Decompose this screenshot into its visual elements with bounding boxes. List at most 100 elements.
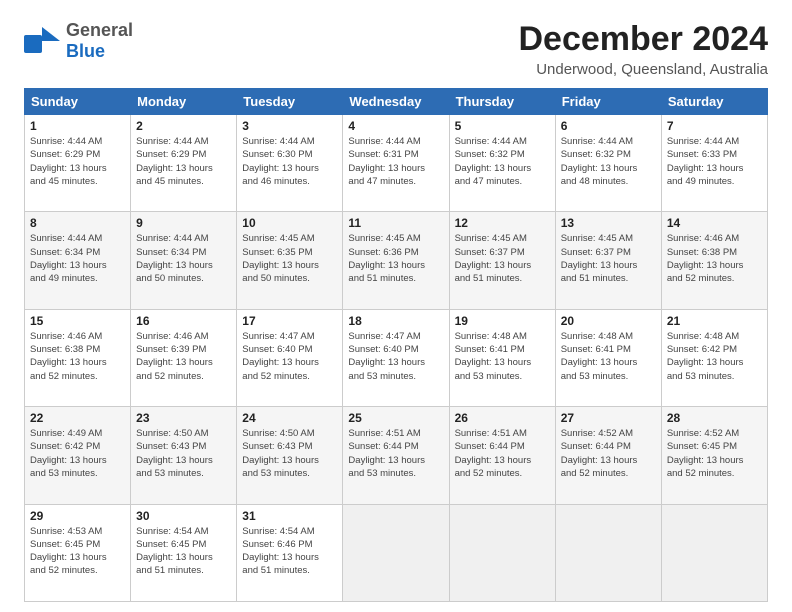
calendar-cell: 4Sunrise: 4:44 AM Sunset: 6:31 PM Daylig… <box>343 115 449 212</box>
calendar-cell: 26 Sunrise: 4:51 AM Sunset: 6:44 PM Dayli… <box>449 407 555 504</box>
day-number: 25 <box>348 411 443 425</box>
logo: General Blue <box>24 20 133 62</box>
day-number: 13 <box>561 216 656 230</box>
day-number: 15 <box>30 314 125 328</box>
day-number: 9 <box>136 216 231 230</box>
day-number: 2 <box>136 119 231 133</box>
day-number: 18 <box>348 314 443 328</box>
logo-general-text: General <box>66 20 133 40</box>
calendar-cell: 15 Sunrise: 4:46 AM Sunset: 6:38 PM Dayli… <box>25 309 131 406</box>
cell-info: Sunrise: 4:45 AM Sunset: 6:35 PM Dayligh… <box>242 232 337 285</box>
title-block: December 2024 Underwood, Queensland, Aus… <box>518 20 768 78</box>
day-number: 6 <box>561 119 656 133</box>
cell-info: Sunrise: 4:44 AM Sunset: 6:31 PM Dayligh… <box>348 135 443 188</box>
cell-info: Sunrise: 4:48 AM Sunset: 6:41 PM Dayligh… <box>561 330 656 383</box>
calendar-cell: 13 Sunrise: 4:45 AM Sunset: 6:37 PM Dayli… <box>555 212 661 309</box>
day-number: 10 <box>242 216 337 230</box>
calendar-cell: 25 Sunrise: 4:51 AM Sunset: 6:44 PM Dayli… <box>343 407 449 504</box>
calendar-cell: 18 Sunrise: 4:47 AM Sunset: 6:40 PM Dayli… <box>343 309 449 406</box>
logo-icon <box>24 27 60 55</box>
day-number: 27 <box>561 411 656 425</box>
day-number: 8 <box>30 216 125 230</box>
calendar-cell: 8 Sunrise: 4:44 AM Sunset: 6:34 PM Daylig… <box>25 212 131 309</box>
cell-info: Sunrise: 4:47 AM Sunset: 6:40 PM Dayligh… <box>348 330 443 383</box>
month-title: December 2024 <box>518 20 768 59</box>
calendar-cell: 9 Sunrise: 4:44 AM Sunset: 6:34 PM Daylig… <box>131 212 237 309</box>
weekday-header-wednesday: Wednesday <box>343 89 449 115</box>
calendar-cell: 29Sunrise: 4:53 AM Sunset: 6:45 PM Dayli… <box>25 504 131 601</box>
calendar-cell: 14Sunrise: 4:46 AM Sunset: 6:38 PM Dayli… <box>661 212 767 309</box>
cell-info: Sunrise: 4:49 AM Sunset: 6:42 PM Dayligh… <box>30 427 125 480</box>
day-number: 3 <box>242 119 337 133</box>
calendar-cell: 12 Sunrise: 4:45 AM Sunset: 6:37 PM Dayli… <box>449 212 555 309</box>
weekday-header-tuesday: Tuesday <box>237 89 343 115</box>
calendar-cell: 7 Sunrise: 4:44 AM Sunset: 6:33 PM Daylig… <box>661 115 767 212</box>
cell-info: Sunrise: 4:44 AM Sunset: 6:29 PM Dayligh… <box>30 135 125 188</box>
weekday-header-friday: Friday <box>555 89 661 115</box>
day-number: 28 <box>667 411 762 425</box>
weekday-header-saturday: Saturday <box>661 89 767 115</box>
calendar-cell: 20 Sunrise: 4:48 AM Sunset: 6:41 PM Dayli… <box>555 309 661 406</box>
header: General Blue December 2024 Underwood, Qu… <box>24 20 768 78</box>
cell-info: Sunrise: 4:46 AM Sunset: 6:38 PM Dayligh… <box>30 330 125 383</box>
day-number: 26 <box>455 411 550 425</box>
calendar-cell: 22 Sunrise: 4:49 AM Sunset: 6:42 PM Dayli… <box>25 407 131 504</box>
day-number: 31 <box>242 509 337 523</box>
calendar-cell: 27 Sunrise: 4:52 AM Sunset: 6:44 PM Dayli… <box>555 407 661 504</box>
day-number: 16 <box>136 314 231 328</box>
day-number: 7 <box>667 119 762 133</box>
calendar-cell: 16Sunrise: 4:46 AM Sunset: 6:39 PM Dayli… <box>131 309 237 406</box>
calendar-cell: 6 Sunrise: 4:44 AM Sunset: 6:32 PM Daylig… <box>555 115 661 212</box>
calendar-cell: 10 Sunrise: 4:45 AM Sunset: 6:35 PM Dayli… <box>237 212 343 309</box>
cell-info: Sunrise: 4:53 AM Sunset: 6:45 PM Dayligh… <box>30 525 125 578</box>
day-number: 24 <box>242 411 337 425</box>
cell-info: Sunrise: 4:44 AM Sunset: 6:34 PM Dayligh… <box>30 232 125 285</box>
cell-info: Sunrise: 4:48 AM Sunset: 6:42 PM Dayligh… <box>667 330 762 383</box>
day-number: 11 <box>348 216 443 230</box>
calendar-cell: 17 Sunrise: 4:47 AM Sunset: 6:40 PM Dayli… <box>237 309 343 406</box>
day-number: 5 <box>455 119 550 133</box>
cell-info: Sunrise: 4:44 AM Sunset: 6:32 PM Dayligh… <box>561 135 656 188</box>
calendar-cell: 28 Sunrise: 4:52 AM Sunset: 6:45 PM Dayli… <box>661 407 767 504</box>
cell-info: Sunrise: 4:52 AM Sunset: 6:45 PM Dayligh… <box>667 427 762 480</box>
cell-info: Sunrise: 4:50 AM Sunset: 6:43 PM Dayligh… <box>136 427 231 480</box>
cell-info: Sunrise: 4:51 AM Sunset: 6:44 PM Dayligh… <box>348 427 443 480</box>
calendar-cell <box>343 504 449 601</box>
calendar-cell: 3Sunrise: 4:44 AM Sunset: 6:30 PM Daylig… <box>237 115 343 212</box>
cell-info: Sunrise: 4:54 AM Sunset: 6:45 PM Dayligh… <box>136 525 231 578</box>
cell-info: Sunrise: 4:48 AM Sunset: 6:41 PM Dayligh… <box>455 330 550 383</box>
cell-info: Sunrise: 4:45 AM Sunset: 6:37 PM Dayligh… <box>455 232 550 285</box>
day-number: 20 <box>561 314 656 328</box>
calendar: SundayMondayTuesdayWednesdayThursdayFrid… <box>24 88 768 602</box>
weekday-header-monday: Monday <box>131 89 237 115</box>
cell-info: Sunrise: 4:44 AM Sunset: 6:34 PM Dayligh… <box>136 232 231 285</box>
day-number: 17 <box>242 314 337 328</box>
calendar-cell: 19 Sunrise: 4:48 AM Sunset: 6:41 PM Dayli… <box>449 309 555 406</box>
calendar-cell: 23 Sunrise: 4:50 AM Sunset: 6:43 PM Dayli… <box>131 407 237 504</box>
cell-info: Sunrise: 4:44 AM Sunset: 6:29 PM Dayligh… <box>136 135 231 188</box>
cell-info: Sunrise: 4:52 AM Sunset: 6:44 PM Dayligh… <box>561 427 656 480</box>
day-number: 21 <box>667 314 762 328</box>
day-number: 23 <box>136 411 231 425</box>
calendar-cell: 2 Sunrise: 4:44 AM Sunset: 6:29 PM Daylig… <box>131 115 237 212</box>
logo-blue-text: Blue <box>66 41 105 61</box>
cell-info: Sunrise: 4:44 AM Sunset: 6:32 PM Dayligh… <box>455 135 550 188</box>
day-number: 22 <box>30 411 125 425</box>
calendar-cell: 5 Sunrise: 4:44 AM Sunset: 6:32 PM Daylig… <box>449 115 555 212</box>
cell-info: Sunrise: 4:51 AM Sunset: 6:44 PM Dayligh… <box>455 427 550 480</box>
calendar-cell <box>555 504 661 601</box>
day-number: 12 <box>455 216 550 230</box>
calendar-cell <box>449 504 555 601</box>
cell-info: Sunrise: 4:44 AM Sunset: 6:33 PM Dayligh… <box>667 135 762 188</box>
weekday-header-sunday: Sunday <box>25 89 131 115</box>
calendar-cell <box>661 504 767 601</box>
cell-info: Sunrise: 4:45 AM Sunset: 6:37 PM Dayligh… <box>561 232 656 285</box>
day-number: 19 <box>455 314 550 328</box>
day-number: 30 <box>136 509 231 523</box>
calendar-cell: 30 Sunrise: 4:54 AM Sunset: 6:45 PM Dayli… <box>131 504 237 601</box>
calendar-cell: 21 Sunrise: 4:48 AM Sunset: 6:42 PM Dayli… <box>661 309 767 406</box>
day-number: 14 <box>667 216 762 230</box>
cell-info: Sunrise: 4:45 AM Sunset: 6:36 PM Dayligh… <box>348 232 443 285</box>
weekday-header-thursday: Thursday <box>449 89 555 115</box>
cell-info: Sunrise: 4:47 AM Sunset: 6:40 PM Dayligh… <box>242 330 337 383</box>
